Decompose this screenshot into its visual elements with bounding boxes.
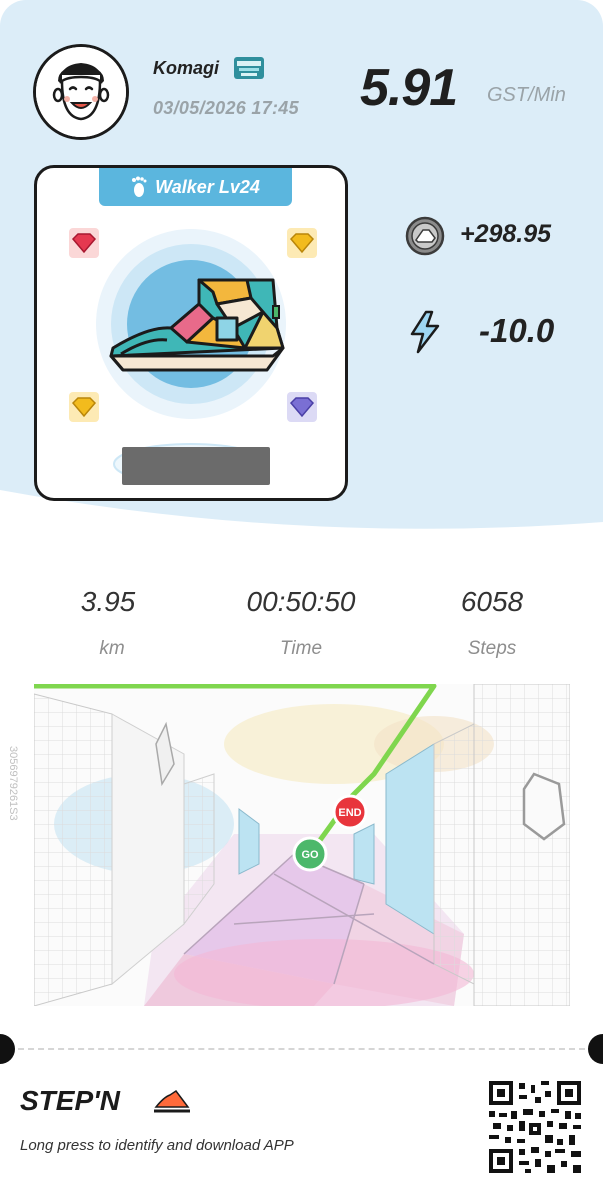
end-marker: END: [332, 794, 368, 830]
download-tagline: Long press to identify and download APP: [20, 1137, 294, 1154]
amethyst-gem-icon: [287, 392, 317, 422]
route-map: END GO: [34, 684, 570, 1006]
lightning-icon: [410, 310, 440, 354]
gst-earned-value: +298.95: [460, 220, 552, 248]
start-marker-label: GO: [301, 849, 319, 861]
username: Komagi: [153, 58, 220, 78]
ruby-gem-icon: [69, 228, 99, 258]
sneaker-type-tag: Walker Lv24: [99, 168, 292, 206]
avatar[interactable]: [33, 44, 129, 140]
distance-label: km: [99, 638, 125, 659]
distance-value: 3.95: [80, 586, 136, 617]
stepn-logo: STEP'N: [20, 1085, 190, 1116]
gst-earned-row: +298.95: [405, 216, 551, 256]
sneaker-type-label: Walker Lv24: [155, 176, 260, 197]
gst-coin-icon: [405, 216, 445, 256]
energy-used-row: -10.0: [408, 310, 554, 359]
redacted-sneaker-id: [122, 447, 270, 485]
verified-badge-icon: [234, 57, 264, 79]
end-marker-label: END: [338, 807, 361, 819]
left-notch: [0, 1034, 15, 1064]
topaz-gem-icon: [287, 228, 317, 258]
qr-code[interactable]: [489, 1081, 581, 1173]
sneaker-logo-icon: [154, 1089, 190, 1113]
footprint-icon: [132, 176, 147, 197]
topaz-gem-icon-2: [69, 392, 99, 422]
gst-rate-unit: GST/Min: [487, 84, 566, 106]
vertical-id-text: 3056979261S3: [7, 746, 19, 821]
dashed-divider: [18, 1048, 585, 1050]
time-value: 00:50:50: [246, 586, 356, 617]
steps-value: 6058: [460, 586, 524, 617]
share-card: Komagi 03/05/2026 17:45 5.91 GST/Min Wal…: [0, 0, 603, 1199]
sneaker-card[interactable]: Walker Lv24: [34, 165, 348, 501]
steps-label: Steps: [467, 638, 517, 659]
svg-text:STEP'N: STEP'N: [20, 1085, 121, 1116]
gst-rate-value: 5.91: [360, 59, 458, 117]
svg-text:3056979261S3: 3056979261S3: [7, 746, 19, 821]
energy-used-value: -10.0: [479, 312, 555, 349]
activity-datetime: 03/05/2026 17:45: [153, 98, 299, 118]
avatar-face-icon: [36, 47, 126, 137]
start-marker: GO: [292, 836, 328, 872]
right-notch: [588, 1034, 603, 1064]
time-label: Time: [279, 638, 323, 659]
